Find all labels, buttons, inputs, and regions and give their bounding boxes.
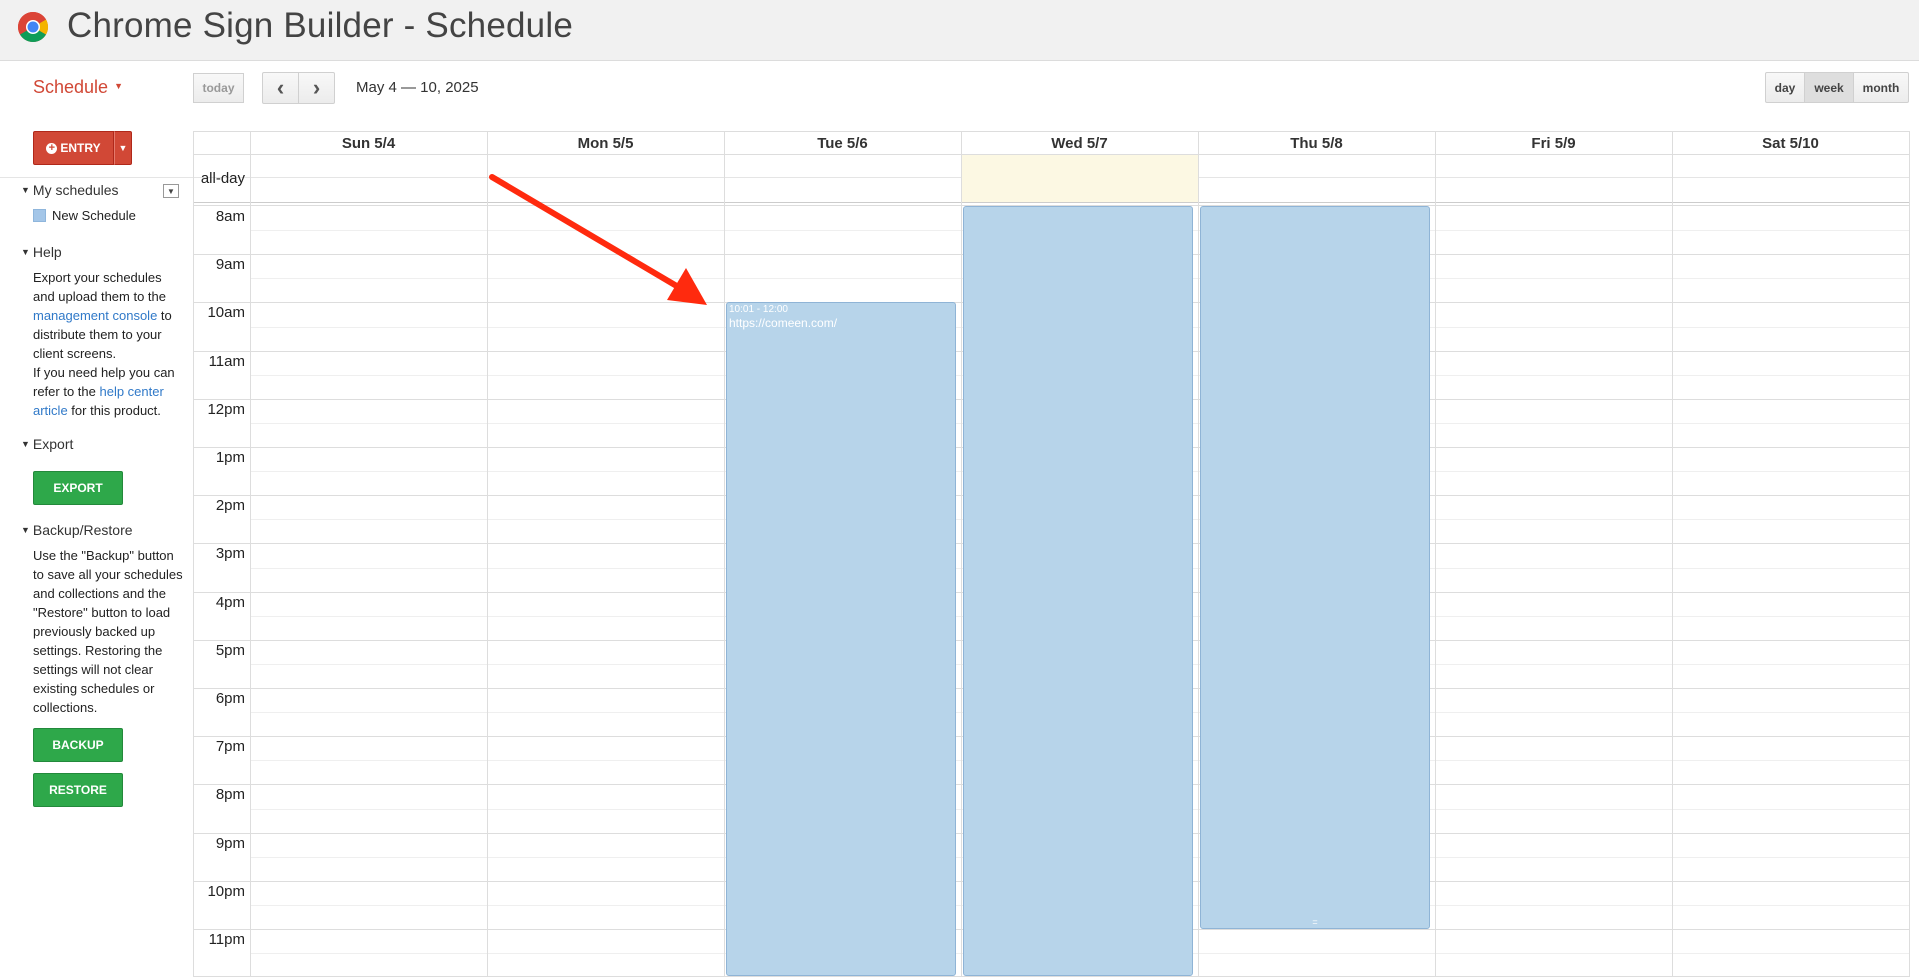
management-console-link[interactable]: management console <box>33 308 157 323</box>
allday-cell[interactable] <box>1436 155 1672 202</box>
backup-description: Use the "Backup" button to save all your… <box>33 548 183 715</box>
help-text-part: Export your schedules and upload them to… <box>33 270 166 304</box>
allday-cell[interactable] <box>725 155 961 202</box>
export-header[interactable]: ▼ Export <box>21 436 73 452</box>
allday-cell[interactable] <box>251 155 487 202</box>
view-day-button[interactable]: day <box>1765 72 1805 103</box>
my-schedules-menu-button[interactable]: ▼ <box>163 184 179 198</box>
day-header[interactable]: Wed 5/7 <box>961 132 1198 154</box>
time-label: 11pm <box>208 931 245 948</box>
today-button[interactable]: today <box>193 73 244 103</box>
day-header[interactable]: Tue 5/6 <box>724 132 961 154</box>
add-entry-button[interactable]: + ENTRY <box>33 131 114 165</box>
time-label: 8pm <box>215 786 245 804</box>
my-schedules-title: My schedules <box>32 182 119 198</box>
time-label: 3pm <box>215 545 245 563</box>
day-header[interactable]: Fri 5/9 <box>1435 132 1672 154</box>
schedule-color-swatch <box>33 209 46 222</box>
app-title: Chrome Sign Builder - Schedule <box>67 6 573 45</box>
column-divider <box>724 132 725 976</box>
time-label: 7pm <box>215 738 245 756</box>
column-divider <box>1435 132 1436 976</box>
allday-label: all-day <box>200 170 245 187</box>
time-label: 4pm <box>215 593 245 611</box>
time-label: 9pm <box>215 834 245 852</box>
prev-week-button[interactable]: ‹ <box>262 72 299 104</box>
calendar-toolbar: Schedule ▼ today ‹ › May 4 — 10, 2025 day… <box>0 62 1919 178</box>
allday-cell[interactable] <box>488 155 724 202</box>
help-text-part: for this product. <box>67 403 161 418</box>
day-header[interactable]: Mon 5/5 <box>487 132 724 154</box>
view-month-button[interactable]: month <box>1853 72 1909 103</box>
day-header[interactable]: Sun 5/4 <box>250 132 487 154</box>
caret-down-icon: ▼ <box>167 186 175 196</box>
time-label: 8am <box>215 208 245 225</box>
export-button[interactable]: EXPORT <box>33 471 123 505</box>
week-calendar: all-day Sun 5/4 Mon 5/5 Tue 5/6 Wed 5/7 Thu 5… <box>193 131 1910 977</box>
schedule-item-new-schedule[interactable]: New Schedule <box>33 208 136 223</box>
schedule-menu-label: Schedule <box>33 77 109 97</box>
help-title: Help <box>32 244 62 260</box>
time-label: 2pm <box>215 497 245 515</box>
time-label: 11am <box>208 352 245 370</box>
sidebar: + ENTRY ▼ ▼ My schedules ▼ New Schedule ▼… <box>0 120 190 980</box>
schedule-event[interactable]: 10:01 - 12:00 https://comeen.com/ <box>726 302 956 976</box>
time-label: 5pm <box>215 641 245 659</box>
column-divider <box>1672 132 1673 976</box>
day-header[interactable]: Thu 5/8 <box>1198 132 1435 154</box>
export-title: Export <box>32 436 74 452</box>
day-header[interactable]: Sat 5/10 <box>1672 132 1909 154</box>
collapse-triangle-icon: ▼ <box>21 185 30 195</box>
collapse-triangle-icon: ▼ <box>21 247 30 257</box>
time-label: 9am <box>215 256 245 274</box>
backup-header[interactable]: ▼ Backup/Restore <box>21 522 133 538</box>
schedule-menu[interactable]: Schedule ▼ <box>33 77 123 98</box>
entry-label: ENTRY <box>60 141 101 155</box>
event-time: 10:01 - 12:00 <box>729 304 788 316</box>
help-header[interactable]: ▼ Help <box>21 244 62 260</box>
app-header: Chrome Sign Builder - Schedule <box>0 0 1919 61</box>
date-range: May 4 — 10, 2025 <box>356 79 479 96</box>
my-schedules-header[interactable]: ▼ My schedules <box>21 182 119 198</box>
backup-title: Backup/Restore <box>32 522 133 538</box>
event-resize-handle[interactable]: = <box>1201 917 1429 927</box>
column-divider <box>1198 132 1199 976</box>
next-week-button[interactable]: › <box>298 72 335 104</box>
caret-down-icon: ▼ <box>118 143 128 153</box>
column-divider <box>250 132 251 976</box>
collapse-triangle-icon: ▼ <box>21 439 30 449</box>
entry-dropdown-button[interactable]: ▼ <box>114 131 132 165</box>
column-divider <box>961 132 962 976</box>
column-divider <box>487 132 488 976</box>
help-text: Export your schedules and upload them to… <box>33 268 183 420</box>
time-label: 12pm <box>207 400 245 418</box>
event-title: https://comeen.com/ <box>729 316 838 331</box>
allday-cell[interactable] <box>962 155 1198 202</box>
backup-button[interactable]: BACKUP <box>33 728 123 762</box>
allday-cell[interactable] <box>1199 155 1435 202</box>
schedule-event[interactable]: = <box>1200 206 1430 929</box>
chrome-logo-icon <box>17 11 49 43</box>
schedule-item-label: New Schedule <box>52 208 136 223</box>
time-label: 1pm <box>215 449 245 466</box>
plus-circle-icon: + <box>46 142 58 154</box>
header-divider <box>194 154 1909 155</box>
time-label: 10pm <box>207 882 245 900</box>
view-week-button[interactable]: week <box>1804 72 1854 103</box>
allday-cell[interactable] <box>1673 155 1909 202</box>
time-label: 6pm <box>215 690 245 707</box>
time-label: 10am <box>207 304 245 322</box>
caret-down-icon: ▼ <box>114 81 123 91</box>
restore-button[interactable]: RESTORE <box>33 773 123 807</box>
schedule-event[interactable] <box>963 206 1193 976</box>
collapse-triangle-icon: ▼ <box>21 525 30 535</box>
